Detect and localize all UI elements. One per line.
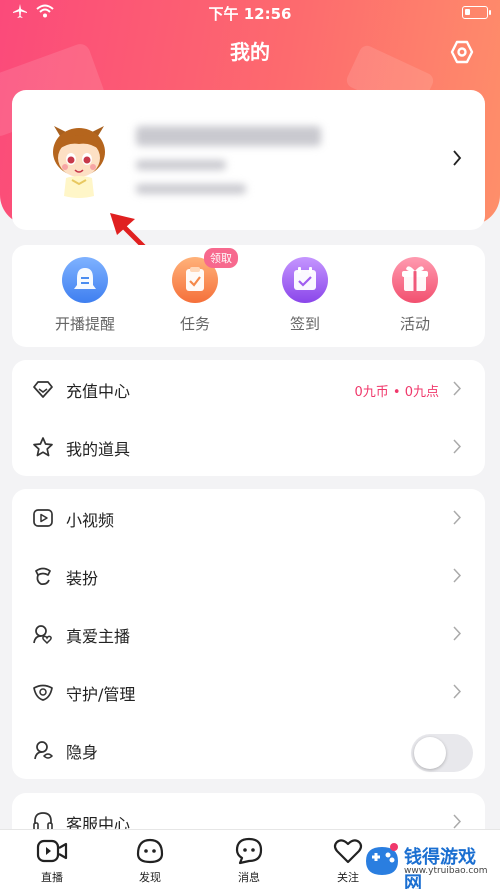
menu-row-label: 真爱主播 <box>66 627 131 646</box>
tab-live[interactable]: 直播 <box>12 836 92 885</box>
brush-icon <box>35 567 51 586</box>
quick-action-label: 开播提醒 <box>54 315 115 333</box>
tab-label: 消息 <box>238 871 260 884</box>
quick-action-events[interactable]: 活动 <box>370 257 460 334</box>
star-icon <box>33 437 53 457</box>
tab-label: 直播 <box>41 871 63 884</box>
live-camera-icon <box>36 839 68 863</box>
video-play-icon <box>33 509 53 527</box>
menu-row-label: 我的道具 <box>66 440 131 459</box>
chevron-right-icon <box>453 510 461 525</box>
menu-row-label: 守护/管理 <box>66 685 136 704</box>
message-icon <box>235 837 263 865</box>
watermark-logo <box>366 843 398 875</box>
profile-info-blurred <box>136 126 321 208</box>
calendar-check-icon <box>282 257 328 303</box>
page-title: 我的 <box>230 40 270 64</box>
invisible-toggle[interactable] <box>411 734 473 772</box>
settings-hexagon-icon[interactable] <box>450 40 474 64</box>
discover-icon <box>136 838 164 864</box>
menu-row-recharge[interactable]: 充值中心 0九币 • 0九点 <box>12 360 485 418</box>
menu-row-dress-up[interactable]: 装扮 <box>12 547 485 605</box>
tab-discover[interactable]: 发现 <box>110 836 190 885</box>
gift-icon <box>392 257 438 303</box>
avatar[interactable] <box>46 122 112 202</box>
hide-person-icon <box>34 741 54 760</box>
menu-row-short-video[interactable]: 小视频 <box>12 489 485 547</box>
chevron-right-icon <box>453 439 461 454</box>
chevron-right-icon <box>453 381 461 396</box>
menu-row-true-love-anchor[interactable]: 真爱主播 <box>12 605 485 663</box>
claim-badge[interactable]: 领取 <box>204 248 238 268</box>
menu-row-label: 充值中心 <box>66 382 131 401</box>
status-time: 下午 12:56 <box>208 5 292 23</box>
watermark-url: www.ytruibao.com <box>404 866 488 876</box>
quick-action-live-reminder[interactable]: 开播提醒 <box>40 257 130 334</box>
tab-label: 发现 <box>139 871 161 884</box>
balance-value: 0九币 • 0九点 <box>354 385 439 400</box>
quick-action-label: 签到 <box>289 315 320 333</box>
quick-action-label: 任务 <box>179 315 210 333</box>
bottom-tab-bar: 直播 发现 消息 关注 钱得游戏网 www.ytruibao.com <box>0 829 500 889</box>
quick-actions-card: 开播提醒 领取 任务 签到 活动 <box>12 245 485 347</box>
watermark: 钱得游戏网 www.ytruibao.com <box>362 837 492 889</box>
shield-eye-icon <box>33 684 53 701</box>
toggle-knob <box>414 737 446 769</box>
menu-row-label: 隐身 <box>66 743 99 762</box>
status-bar: 下午 12:56 <box>0 0 500 26</box>
diamond-icon <box>33 381 53 398</box>
chevron-right-icon <box>453 568 461 583</box>
quick-action-task[interactable]: 领取 任务 <box>150 248 240 334</box>
battery-icon <box>462 6 491 19</box>
chevron-right-icon <box>453 150 462 166</box>
menu-row-label: 装扮 <box>66 569 99 588</box>
heart-person-icon <box>33 625 52 645</box>
chevron-right-icon <box>453 814 461 829</box>
bell-icon <box>62 257 108 303</box>
quick-action-label: 活动 <box>399 315 430 333</box>
menu-row-invisible: 隐身 <box>12 721 485 779</box>
menu-row-guard-manage[interactable]: 守护/管理 <box>12 663 485 721</box>
menu-row-label: 小视频 <box>66 511 115 530</box>
chevron-right-icon <box>453 684 461 699</box>
menu-group-1: 充值中心 0九币 • 0九点 我的道具 <box>12 360 485 476</box>
chevron-right-icon <box>453 626 461 641</box>
quick-action-checkin[interactable]: 签到 <box>260 257 350 334</box>
heart-icon <box>333 839 363 864</box>
menu-row-my-props[interactable]: 我的道具 <box>12 418 485 476</box>
menu-group-2: 小视频 装扮 真爱主播 守护/管理 隐身 <box>12 489 485 779</box>
profile-card[interactable] <box>12 90 485 230</box>
tab-messages[interactable]: 消息 <box>209 836 289 885</box>
